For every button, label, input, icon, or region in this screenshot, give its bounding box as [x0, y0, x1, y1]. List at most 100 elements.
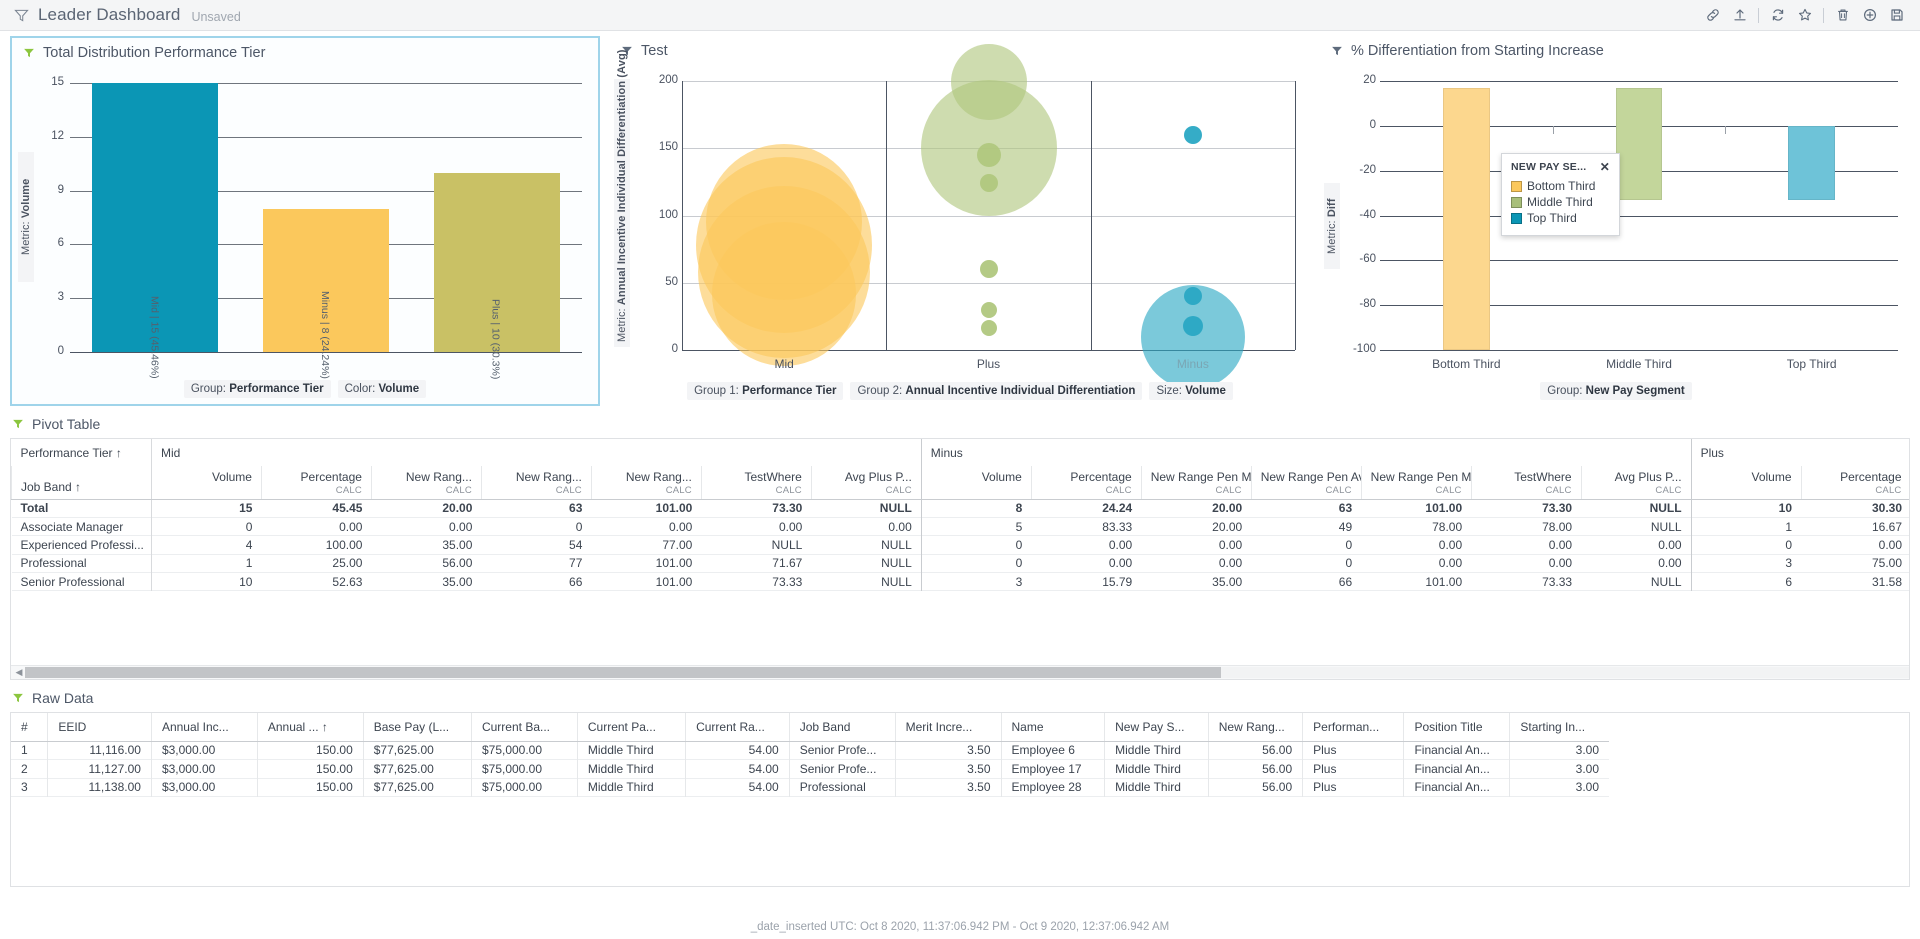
raw-col-3[interactable]: Annual ... ↑	[256, 713, 364, 742]
legend-item[interactable]: Bottom Third	[1511, 179, 1610, 193]
raw-col-0[interactable]: #	[11, 713, 48, 742]
table-row[interactable]: 1 11,116.00 $3,000.00 150.00 $77,625.00 $75,0…	[11, 741, 1609, 760]
pivot-col-6[interactable]: Avg Plus P... CALC	[810, 466, 922, 500]
scroll-track[interactable]	[25, 667, 1909, 678]
pivot-group-minus: Minus	[920, 439, 1692, 466]
pivot-col-13[interactable]: Avg Plus P... CALC	[1580, 466, 1692, 500]
panel-total-distribution[interactable]: Total Distribution Performance Tier Metr…	[10, 36, 600, 406]
raw-col-12[interactable]: New Rang...	[1207, 713, 1303, 742]
pivot-col-10[interactable]: New Range Pen Avg CALC	[1250, 466, 1362, 500]
raw-data-table[interactable]: # EEID Annual Inc... Annual ... ↑ Base Pay (…	[11, 713, 1609, 797]
pivot-cell: 35.00	[442, 537, 473, 552]
scroll-left-icon[interactable]: ◀	[13, 667, 25, 678]
panel-test[interactable]: Test Metric: Annual Incentive Individual…	[610, 36, 1310, 406]
bubble-point[interactable]	[980, 320, 997, 337]
pivot-col-9[interactable]: New Range Pen Min CALC	[1140, 466, 1252, 500]
gridline	[1380, 81, 1898, 82]
pivot-row-header-1[interactable]: Performance Tier ↑	[11, 439, 152, 466]
pivot-col-sublabel: CALC	[1545, 485, 1572, 496]
pivot-col-sublabel: CALC	[665, 485, 692, 496]
bubble-point[interactable]	[976, 142, 1001, 167]
pivot-cell: 73.30	[1542, 501, 1573, 516]
table-row[interactable]: Experienced Professi... 4 100.00 35.00 54 77.…	[11, 535, 1909, 555]
pivot-row-label: Associate Manager	[11, 517, 152, 536]
table-row[interactable]: Associate Manager 0 0.00 0.00 0 0.00 0.00 0.00 5…	[11, 517, 1909, 536]
filter-funnel-icon[interactable]	[12, 692, 24, 704]
filter-funnel-icon[interactable]	[14, 8, 29, 23]
scroll-thumb[interactable]	[25, 667, 1222, 678]
link-icon[interactable]	[1699, 3, 1726, 27]
pivot-col-0[interactable]: Volume	[151, 466, 262, 500]
raw-col-13[interactable]: Performan...	[1302, 713, 1404, 742]
pivot-col-3[interactable]: New Rang... CALC	[480, 466, 592, 500]
bubble-chart-test[interactable]: Metric: Annual Incentive Individual Diff…	[610, 44, 1310, 395]
raw-col-11[interactable]: New Pay S...	[1104, 713, 1209, 742]
pivot-col-7[interactable]: Volume	[920, 466, 1032, 500]
pivot-col-label: TestWhere	[744, 470, 802, 484]
table-row[interactable]: Senior Professional 10 52.63 35.00 66 101.00 7…	[11, 572, 1909, 591]
upload-icon[interactable]	[1726, 3, 1753, 27]
pivot-col-11[interactable]: New Range Pen MaxCALC	[1360, 466, 1472, 500]
pivot-col-5[interactable]: TestWhere CALC	[700, 466, 812, 500]
raw-col-8[interactable]: Job Band	[788, 713, 896, 742]
trash-icon[interactable]	[1829, 3, 1856, 27]
bubble-point[interactable]	[1183, 125, 1202, 144]
bubble-point[interactable]	[979, 260, 998, 279]
legend-item[interactable]: Top Third	[1511, 211, 1610, 225]
raw-col-4[interactable]: Base Pay (L...	[362, 713, 472, 742]
raw-col-14[interactable]: Position Title	[1403, 713, 1510, 742]
raw-col-6[interactable]: Current Pa...	[576, 713, 686, 742]
pivot-row-label: Total	[11, 499, 152, 518]
range-bar-middle-third[interactable]	[1615, 87, 1663, 200]
legend-popup-new-pay-segment[interactable]: NEW PAY SE... ✕ Bottom Third Middle Third…	[1501, 153, 1620, 236]
filter-funnel-icon[interactable]	[23, 47, 35, 59]
table-row[interactable]: 3 11,138.00 $3,000.00 150.00 $77,625.00 $75,0…	[11, 778, 1609, 797]
raw-col-5[interactable]: Current Ba...	[470, 713, 578, 742]
range-bar-top-third[interactable]	[1788, 125, 1835, 200]
refresh-icon[interactable]	[1764, 3, 1791, 27]
plus-circle-icon[interactable]	[1856, 3, 1883, 27]
bar-chart-total-distribution[interactable]: Metric: Volume 0 3 6 9 12 15 Mid | 15 (45.46%) M…	[12, 67, 598, 397]
bubble-point[interactable]	[979, 174, 998, 193]
star-icon[interactable]	[1791, 3, 1818, 27]
close-icon[interactable]: ✕	[1600, 161, 1610, 173]
sort-ascending-icon[interactable]: ↑	[116, 446, 122, 460]
raw-col-10[interactable]: Name	[1000, 713, 1105, 742]
raw-col-15[interactable]: Starting In...	[1509, 713, 1609, 742]
pivot-col-2[interactable]: New Rang... CALC	[370, 466, 482, 500]
axis-line	[682, 81, 683, 350]
raw-cell: $3,000.00	[150, 778, 258, 797]
panel-differentiation[interactable]: % Differentiation from Starting Increase…	[1320, 36, 1912, 406]
raw-col-9[interactable]: Merit Incre...	[894, 713, 1002, 742]
table-row[interactable]: Professional 1 25.00 56.00 77 101.00 71.67 NULL…	[11, 554, 1909, 573]
raw-col-2[interactable]: Annual Inc...	[150, 713, 258, 742]
pivot-col-4[interactable]: New Rang... CALC	[590, 466, 702, 500]
raw-col-1[interactable]: EEID	[47, 713, 152, 742]
legend-item[interactable]: Middle Third	[1511, 195, 1610, 209]
table-row[interactable]: Total 15 45.45 20.00 63 101.00 73.30 NULL 8 24.24…	[11, 499, 1909, 518]
pivot-row-header-2[interactable]: Job Band ↑	[11, 466, 152, 500]
y-axis-tick: -60	[1359, 253, 1376, 266]
bubble-point[interactable]	[712, 221, 857, 366]
bubble-point[interactable]	[1140, 284, 1245, 389]
pivot-col-1[interactable]: Percentage CALC	[260, 466, 372, 500]
filter-funnel-icon[interactable]	[12, 418, 24, 430]
pivot-col-14[interactable]: Volume	[1690, 466, 1802, 500]
save-icon[interactable]	[1883, 3, 1910, 27]
pivot-col-15[interactable]: Percentage CALC	[1800, 466, 1909, 500]
bubble-point[interactable]	[980, 301, 997, 318]
raw-col-7[interactable]: Current Ra...	[685, 713, 790, 742]
table-row[interactable]: 2 11,127.00 $3,000.00 150.00 $77,625.00 $75,0…	[11, 759, 1609, 779]
pivot-col-label: TestWhere	[1514, 470, 1572, 484]
pivot-col-sublabel: CALC	[445, 485, 472, 496]
pivot-horizontal-scrollbar[interactable]: ◀	[11, 665, 1909, 679]
range-bar-bottom-third[interactable]	[1443, 87, 1490, 350]
sort-ascending-icon[interactable]: ↑	[75, 480, 81, 494]
bar-label: Minus | 8 (24.24%)	[319, 291, 331, 379]
filter-funnel-icon[interactable]	[1331, 45, 1343, 57]
bubble-point[interactable]	[1182, 315, 1203, 336]
raw-cell: Middle Third	[576, 778, 686, 797]
pivot-table[interactable]: Performance Tier ↑ Mid Minus Plus Job Band …	[11, 439, 1909, 591]
pivot-col-12[interactable]: TestWhere CALC	[1470, 466, 1582, 500]
pivot-col-8[interactable]: Percentage CALC	[1030, 466, 1142, 500]
